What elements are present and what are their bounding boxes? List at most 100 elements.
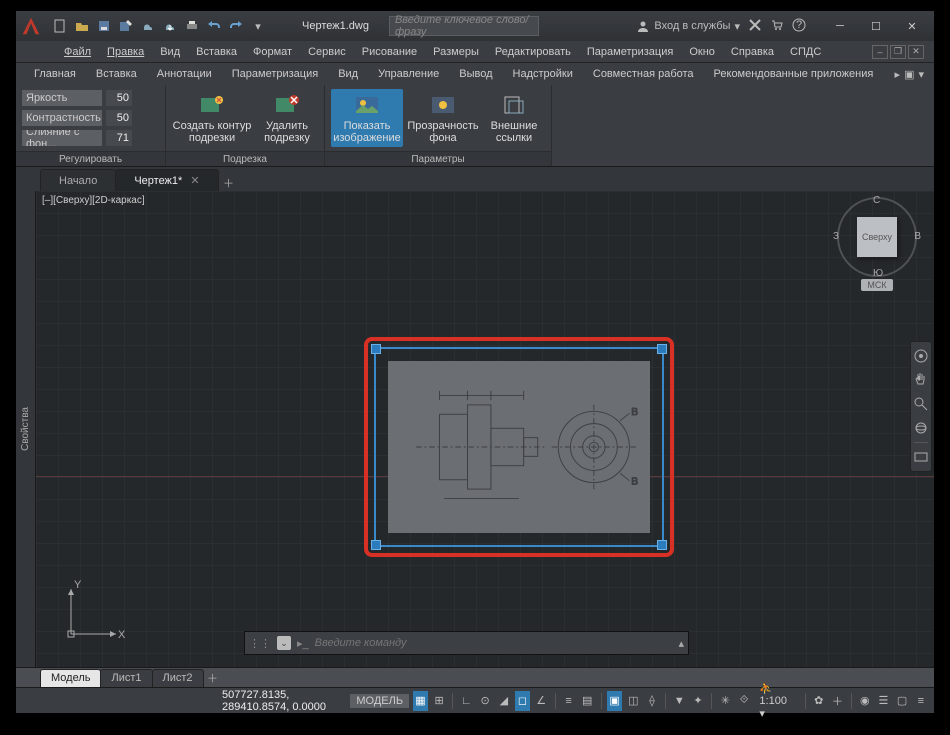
grip-top-left[interactable] bbox=[371, 344, 381, 354]
contrast-value[interactable]: 50 bbox=[106, 110, 132, 126]
image-selection[interactable]: B B bbox=[374, 347, 664, 547]
lineweight-icon[interactable]: ≡ bbox=[561, 691, 576, 711]
menu-spds[interactable]: СПДС bbox=[782, 46, 829, 58]
ribbon-tab-featured[interactable]: Рекомендованные приложения bbox=[704, 63, 884, 85]
autoscale-icon[interactable]: ⟐ bbox=[737, 691, 752, 711]
osnap-icon[interactable]: ◻ bbox=[515, 691, 530, 711]
menu-file[interactable]: Файл bbox=[56, 46, 99, 58]
wcs-badge[interactable]: МСК bbox=[861, 279, 892, 291]
annotation-visibility-icon[interactable]: ✳ bbox=[718, 691, 733, 711]
coordinates[interactable]: 507727.8135, 289410.8574, 0.0000 bbox=[222, 689, 338, 713]
raster-image[interactable]: B B bbox=[388, 361, 650, 533]
pan-icon[interactable] bbox=[912, 370, 930, 390]
grip-top-right[interactable] bbox=[657, 344, 667, 354]
transparency-toggle-icon[interactable]: ▤ bbox=[580, 691, 595, 711]
ribbon-tab-manage[interactable]: Управление bbox=[368, 63, 449, 85]
ribbon-tab-output[interactable]: Вывод bbox=[449, 63, 502, 85]
help-icon[interactable]: ? bbox=[792, 18, 806, 35]
create-crop-button[interactable]: Создать контур подрезки bbox=[172, 89, 252, 147]
workspace-switch-icon[interactable]: ✿ bbox=[811, 691, 826, 711]
doc-tab-new[interactable]: ＋ bbox=[218, 175, 240, 191]
ribbon-tab-parametric[interactable]: Параметризация bbox=[222, 63, 328, 85]
ribbon-expand-icon[interactable]: ▣ bbox=[904, 68, 914, 81]
menu-window[interactable]: Окно bbox=[681, 46, 723, 58]
ucs-icon[interactable]: X Y bbox=[56, 579, 126, 649]
menu-parametric[interactable]: Параметризация bbox=[579, 46, 681, 58]
orbit-icon[interactable] bbox=[912, 418, 930, 438]
command-line[interactable]: ⋮⋮ ⌄ ▸_ ▴ bbox=[244, 631, 689, 655]
customize-icon[interactable]: ≡ bbox=[913, 691, 928, 711]
show-image-button[interactable]: Показать изображение bbox=[331, 89, 403, 147]
layout-tab-model[interactable]: Модель bbox=[40, 669, 101, 687]
layout-tab-new[interactable]: ＋ bbox=[203, 670, 223, 686]
dynamic-ucs-icon[interactable]: ⟠ bbox=[645, 691, 660, 711]
menu-insert[interactable]: Вставка bbox=[188, 46, 245, 58]
command-input[interactable] bbox=[315, 637, 673, 649]
ortho-icon[interactable]: ∟ bbox=[459, 691, 474, 711]
cart-icon[interactable] bbox=[770, 18, 784, 35]
viewcube-top-face[interactable]: Сверху bbox=[857, 217, 897, 257]
menu-format[interactable]: Формат bbox=[245, 46, 300, 58]
ribbon-tab-home[interactable]: Главная bbox=[24, 63, 86, 85]
grip-bottom-right[interactable] bbox=[657, 540, 667, 550]
minimize-button[interactable]: ─ bbox=[822, 11, 858, 41]
tab-close-icon[interactable]: ✕ bbox=[190, 174, 199, 187]
doc-tab-start[interactable]: Начало bbox=[40, 169, 116, 191]
doc-minimize-button[interactable]: – bbox=[872, 45, 888, 59]
zoom-icon[interactable] bbox=[912, 394, 930, 414]
save-icon[interactable] bbox=[94, 16, 114, 36]
cloud-open-icon[interactable] bbox=[138, 16, 158, 36]
selection-filter-icon[interactable]: ▼ bbox=[672, 691, 687, 711]
remove-crop-button[interactable]: Удалить подрезку bbox=[256, 89, 318, 147]
grip-bottom-left[interactable] bbox=[371, 540, 381, 550]
transparency-button[interactable]: Прозрачность фона bbox=[407, 89, 479, 147]
menu-tools[interactable]: Сервис bbox=[300, 46, 354, 58]
doc-tab-drawing[interactable]: Чертеж1*✕ bbox=[115, 169, 218, 191]
ribbon-tab-view[interactable]: Вид bbox=[328, 63, 368, 85]
undo-icon[interactable] bbox=[204, 16, 224, 36]
open-icon[interactable] bbox=[72, 16, 92, 36]
ribbon-play-icon[interactable]: ▸ bbox=[895, 68, 901, 81]
steering-wheel-icon[interactable] bbox=[912, 346, 930, 366]
viewport-label[interactable]: [–][Сверху][2D-каркас] bbox=[42, 195, 145, 206]
layout-tab-sheet1[interactable]: Лист1 bbox=[100, 669, 152, 687]
properties-palette-handle[interactable]: Свойства bbox=[16, 191, 36, 667]
showmotion-icon[interactable] bbox=[912, 447, 930, 467]
ribbon-tab-insert[interactable]: Вставка bbox=[86, 63, 147, 85]
signin-button[interactable]: Вход в службы ▾ bbox=[636, 19, 740, 33]
plot-icon[interactable] bbox=[182, 16, 202, 36]
xref-button[interactable]: Внешние ссылки bbox=[483, 89, 545, 147]
cmdline-expand-icon[interactable]: ▴ bbox=[678, 637, 684, 650]
new-icon[interactable] bbox=[50, 16, 70, 36]
ribbon-tab-addins[interactable]: Надстройки bbox=[503, 63, 583, 85]
fade-value[interactable]: 71 bbox=[106, 130, 132, 146]
menu-modify[interactable]: Редактировать bbox=[487, 46, 579, 58]
grid-icon[interactable]: ▦ bbox=[413, 691, 428, 711]
isodraft-icon[interactable]: ◢ bbox=[496, 691, 511, 711]
drawing-canvas[interactable]: [–][Сверху][2D-каркас] Сверху С Ю З В МС… bbox=[36, 191, 934, 667]
doc-close-button[interactable]: ✕ bbox=[908, 45, 924, 59]
help-search[interactable]: Введите ключевое слово/фразу bbox=[389, 16, 539, 36]
menu-edit[interactable]: Правка bbox=[99, 46, 152, 58]
layout-tab-sheet2[interactable]: Лист2 bbox=[152, 669, 204, 687]
ribbon-tab-collaborate[interactable]: Совместная работа bbox=[583, 63, 704, 85]
clean-screen-icon[interactable]: ▢ bbox=[895, 691, 910, 711]
annotation-monitor-icon[interactable]: ＋ bbox=[830, 691, 845, 711]
hardware-accel-icon[interactable]: ◉ bbox=[857, 691, 872, 711]
annotation-scale[interactable]: ⛹ 1:100 ▾ bbox=[755, 682, 798, 720]
exchange-icon[interactable] bbox=[748, 18, 762, 35]
isolate-icon[interactable]: ☰ bbox=[876, 691, 891, 711]
maximize-button[interactable]: ☐ bbox=[858, 11, 894, 41]
app-menu-button[interactable] bbox=[16, 11, 46, 41]
snap-icon[interactable]: ⊞ bbox=[432, 691, 447, 711]
selection-cycling-icon[interactable]: ▣ bbox=[607, 691, 622, 711]
redo-icon[interactable] bbox=[226, 16, 246, 36]
menu-draw[interactable]: Рисование bbox=[354, 46, 425, 58]
qat-dropdown-icon[interactable]: ▾ bbox=[248, 16, 268, 36]
close-button[interactable]: ✕ bbox=[894, 11, 930, 41]
cmdline-grip-icon[interactable]: ⋮⋮ bbox=[249, 637, 271, 650]
menu-view[interactable]: Вид bbox=[152, 46, 188, 58]
polar-icon[interactable]: ⊙ bbox=[478, 691, 493, 711]
model-space-button[interactable]: МОДЕЛЬ bbox=[350, 694, 409, 708]
menu-dimension[interactable]: Размеры bbox=[425, 46, 487, 58]
